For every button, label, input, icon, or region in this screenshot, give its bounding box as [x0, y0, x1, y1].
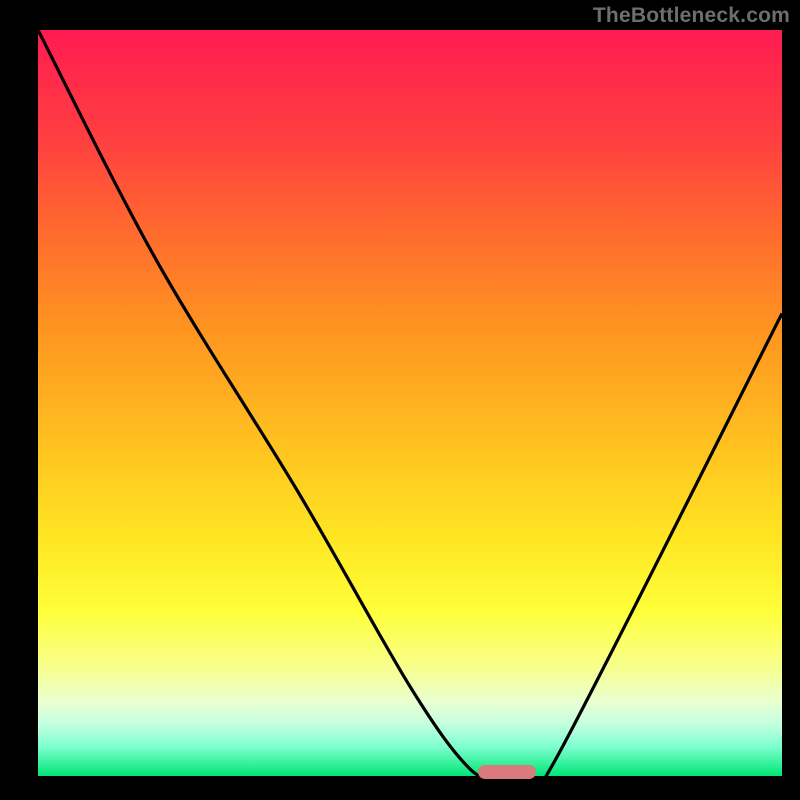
optimum-marker	[478, 765, 536, 779]
watermark-text: TheBottleneck.com	[593, 4, 790, 28]
curve-path	[38, 30, 782, 776]
plot-area	[38, 30, 782, 776]
bottleneck-curve	[38, 30, 782, 776]
chart-frame: TheBottleneck.com	[0, 0, 800, 800]
